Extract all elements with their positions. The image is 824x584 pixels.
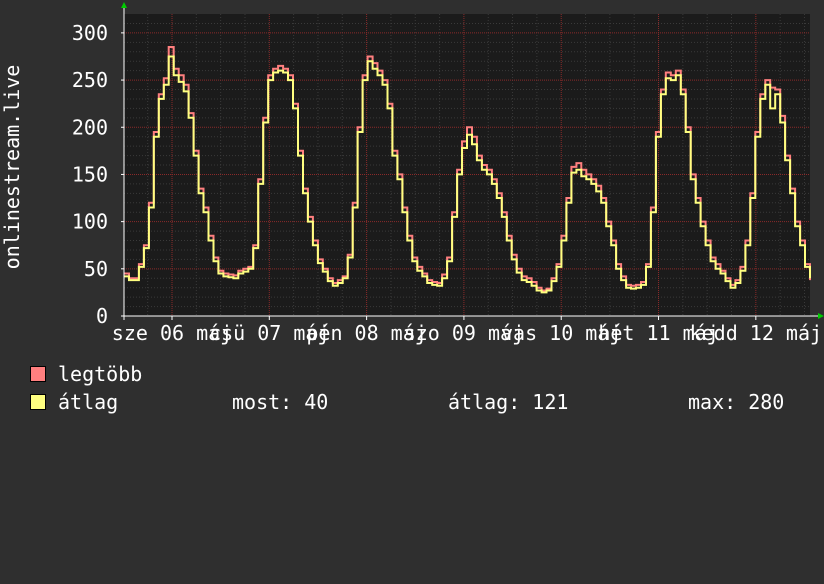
stat-max: max: 280 [688,390,785,414]
legend-item-max: legtöbb [30,360,430,388]
y-tick-label: 200 [72,115,108,139]
stat-now: most: 40 [232,390,329,414]
legend-label-avg: átlag [58,390,119,414]
y-axis-label: onlinestream.live [0,65,24,270]
chart-svg: 0 50 100 150 200 250 300 sze 06 májcsü 07 májp… [0,2,824,345]
y-tick-label: 300 [72,21,108,45]
x-tick-labels: sze 06 májcsü 07 májpén 08 májszo 09 máj… [112,321,822,345]
x-tick-label: kedd 12 máj [690,321,822,345]
legend-swatch-max [30,366,46,382]
legend-label-max: legtöbb [58,362,143,386]
x-axis-arrow [818,313,824,319]
y-tick-label: 100 [72,210,108,234]
y-tick-label: 0 [96,304,108,328]
y-tick-label: 250 [72,68,108,92]
y-axis-arrow [121,2,127,8]
legend-item-avg: átlag most: 40 átlag: 121 max: 280 [30,388,820,416]
y-tick-labels: 0 50 100 150 200 250 300 [72,21,108,328]
y-tick-label: 50 [84,257,108,281]
y-tick-label: 150 [72,162,108,186]
stat-avg: átlag: 121 [448,390,569,414]
legend-swatch-avg [30,394,46,410]
